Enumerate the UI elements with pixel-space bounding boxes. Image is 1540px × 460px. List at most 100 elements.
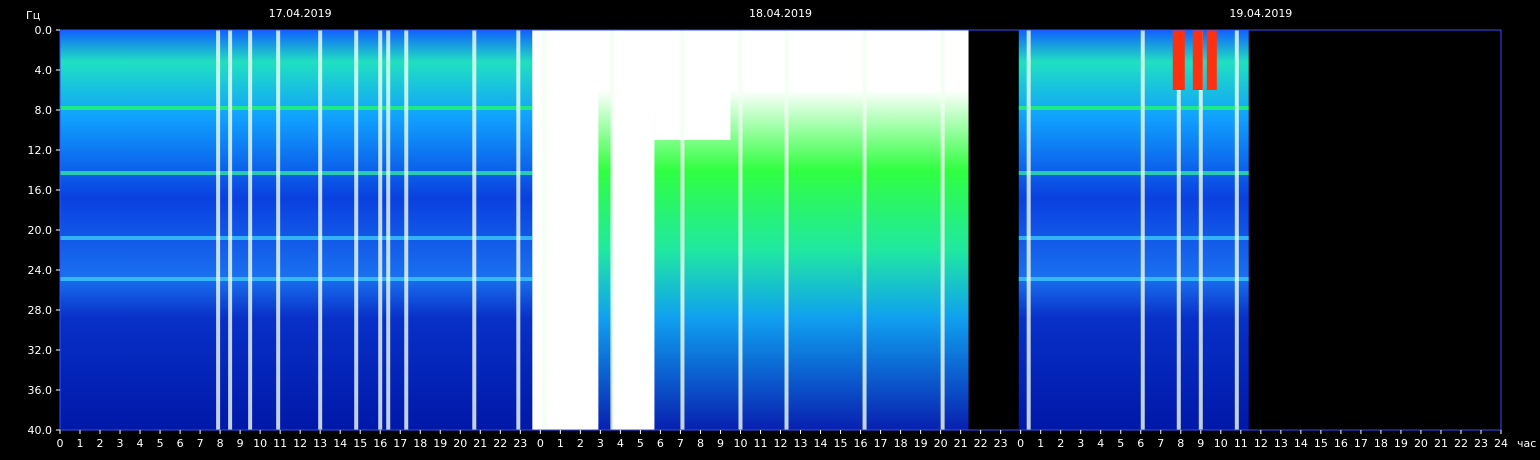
x-tick-label: 3	[117, 437, 124, 450]
date-label: 19.04.2019	[1229, 7, 1292, 20]
x-tick-label: 15	[1314, 437, 1328, 450]
interference-streak	[784, 30, 789, 430]
x-tick-label: 16	[1334, 437, 1348, 450]
x-tick-label: 23	[513, 437, 527, 450]
y-tick-label: 36.0	[28, 384, 53, 397]
interference-streak	[318, 30, 323, 430]
interference-streak	[404, 30, 409, 430]
x-tick-label: 5	[157, 437, 164, 450]
x-axis-label: час	[1517, 437, 1536, 450]
x-tick-label: 19	[433, 437, 447, 450]
y-tick-label: 16.0	[28, 184, 53, 197]
x-tick-label: 20	[1414, 437, 1428, 450]
x-tick-label: 23	[1474, 437, 1488, 450]
x-tick-label: 12	[293, 437, 307, 450]
x-tick-label: 12	[1254, 437, 1268, 450]
x-tick-label: 22	[974, 437, 988, 450]
x-tick-label: 8	[217, 437, 224, 450]
resonance-band	[60, 106, 533, 110]
x-tick-label: 17	[393, 437, 407, 450]
interference-streak	[738, 30, 743, 430]
resonance-band	[1018, 236, 1249, 240]
saturation-region	[654, 30, 731, 140]
x-tick-label: 6	[177, 437, 184, 450]
spectrogram-segment	[60, 30, 533, 430]
saturation-region	[612, 30, 655, 430]
interference-streak	[228, 30, 233, 430]
x-tick-label: 2	[577, 437, 584, 450]
y-tick-label: 24.0	[28, 264, 53, 277]
peak-region	[1206, 30, 1217, 90]
interference-streak	[1140, 30, 1145, 430]
spectrogram-chart: 17.04.2019 18.04.2019 19.04.2019 0.0 4.0 8.0…	[26, 7, 1536, 450]
y-tick-label: 8.0	[35, 104, 53, 117]
saturation-region	[532, 30, 599, 430]
x-tick-label: 16	[373, 437, 387, 450]
y-tick-label: 12.0	[28, 144, 53, 157]
interference-streak	[386, 30, 391, 430]
date-labels: 17.04.2019 18.04.2019 19.04.2019	[269, 7, 1293, 20]
interference-streak	[248, 30, 253, 430]
x-axis: 0 1 2 3 4 5 6 7 8 9 10 11 12 13 14 15 16 17 18 19 20 21 22 23 0 1…	[57, 430, 1508, 450]
x-tick-label: 4	[1097, 437, 1104, 450]
interference-streak	[1026, 30, 1031, 430]
x-tick-label: 18	[413, 437, 427, 450]
x-tick-label: 12	[774, 437, 788, 450]
x-tick-label: 0	[1017, 437, 1024, 450]
x-tick-label: 13	[794, 437, 808, 450]
saturation-region	[730, 30, 937, 90]
x-tick-label: 6	[657, 437, 664, 450]
x-tick-label: 20	[453, 437, 467, 450]
y-axis: 0.0 4.0 8.0 12.0 16.0 20.0 24.0 28.0 32.0 36.0 40.…	[28, 24, 60, 437]
x-tick-label: 22	[493, 437, 507, 450]
x-tick-label: 9	[237, 437, 244, 450]
x-tick-label: 19	[914, 437, 928, 450]
x-tick-label: 14	[333, 437, 347, 450]
x-tick-label: 1	[1037, 437, 1044, 450]
y-tick-label: 4.0	[35, 64, 53, 77]
interference-streak	[940, 30, 945, 430]
resonance-band	[1018, 106, 1249, 110]
y-tick-label: 28.0	[28, 304, 53, 317]
x-tick-label: 11	[1234, 437, 1248, 450]
x-tick-label: 0	[537, 437, 544, 450]
x-tick-label: 16	[854, 437, 868, 450]
x-tick-label: 14	[1294, 437, 1308, 450]
x-tick-label: 0	[57, 437, 64, 450]
x-tick-label: 22	[1454, 437, 1468, 450]
x-tick-label: 5	[637, 437, 644, 450]
x-tick-label: 4	[137, 437, 144, 450]
x-tick-label: 23	[994, 437, 1008, 450]
interference-streak	[610, 30, 615, 430]
y-tick-label: 40.0	[28, 424, 53, 437]
x-tick-label: 3	[1077, 437, 1084, 450]
x-tick-label: 2	[1057, 437, 1064, 450]
interference-streak	[216, 30, 221, 430]
x-tick-label: 7	[1157, 437, 1164, 450]
x-tick-label: 13	[313, 437, 327, 450]
x-tick-label: 10	[253, 437, 267, 450]
x-tick-label: 9	[717, 437, 724, 450]
interference-streak	[354, 30, 359, 430]
x-tick-label: 9	[1197, 437, 1204, 450]
x-tick-label: 3	[597, 437, 604, 450]
interference-streak	[472, 30, 477, 430]
x-tick-label: 4	[617, 437, 624, 450]
x-tick-label: 5	[1117, 437, 1124, 450]
x-tick-label: 21	[473, 437, 487, 450]
date-label: 17.04.2019	[269, 7, 332, 20]
no-data-gap	[1248, 30, 1501, 430]
x-tick-label: 20	[934, 437, 948, 450]
resonance-band	[1018, 171, 1249, 175]
x-tick-label: 7	[677, 437, 684, 450]
resonance-band	[1018, 277, 1249, 281]
date-label: 18.04.2019	[749, 7, 812, 20]
x-tick-label: 17	[874, 437, 888, 450]
x-tick-label: 7	[197, 437, 204, 450]
peak-region	[1192, 30, 1203, 90]
resonance-band	[60, 171, 533, 175]
interference-streak	[276, 30, 281, 430]
x-tick-label: 19	[1394, 437, 1408, 450]
y-axis-label: Гц	[26, 9, 40, 22]
interference-streak	[542, 30, 547, 430]
